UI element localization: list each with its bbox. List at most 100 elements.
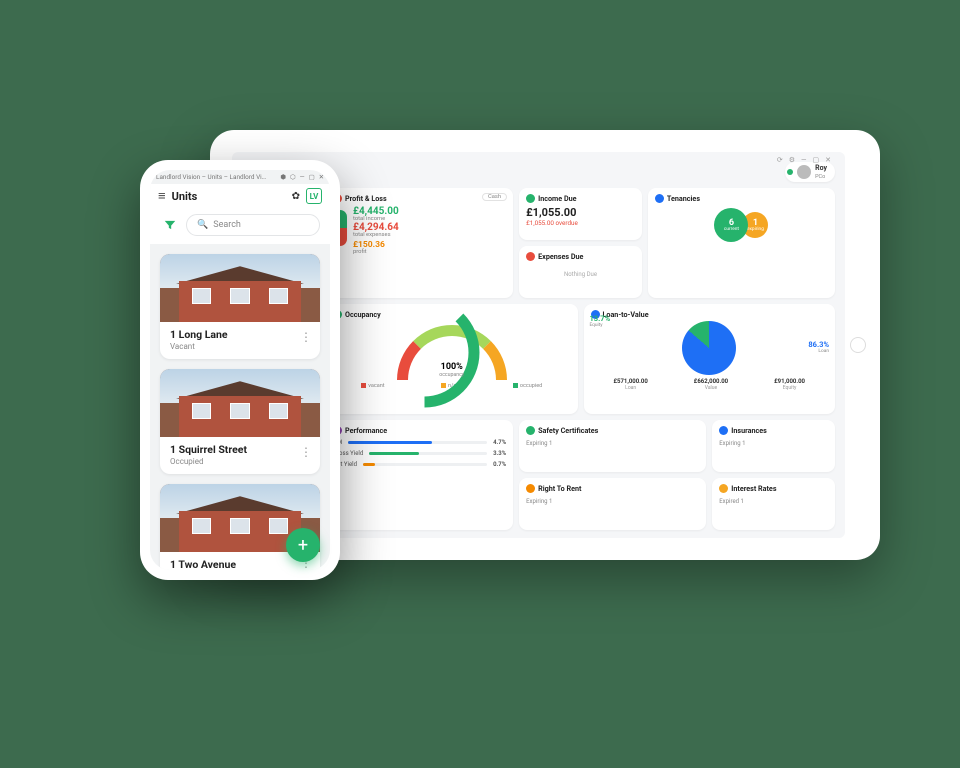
- expenses-sub: total expenses: [353, 232, 506, 238]
- ext-icon[interactable]: ⬡: [290, 173, 296, 181]
- unit-image: [160, 254, 320, 322]
- maximize-icon[interactable]: ▢: [309, 173, 315, 181]
- right-sub: Expiring 1: [526, 498, 699, 505]
- unit-list[interactable]: 1 Long Lane Vacant ⋮ 1 Squirrel Street O…: [150, 244, 330, 570]
- add-unit-fab[interactable]: +: [286, 528, 320, 562]
- perf-bar: [369, 452, 487, 455]
- current-bubble: 6current: [714, 208, 748, 242]
- card-title: Insurances: [731, 426, 767, 435]
- expiring-label: expiring: [747, 227, 764, 232]
- search-input[interactable]: 🔍 Search: [186, 214, 320, 236]
- phone-frame: Landlord Vision – Units – Landlord Vi… ⬢…: [140, 160, 340, 580]
- income-due-amount: £1,055.00: [526, 206, 635, 219]
- settings-icon[interactable]: ⚙: [789, 156, 795, 164]
- gear-icon[interactable]: ✿: [292, 191, 300, 202]
- perf-value: 4.7%: [493, 439, 506, 446]
- value-amt: £662,000.00: [694, 378, 728, 385]
- tenancies-card[interactable]: Tenancies 6current 1expiring: [648, 188, 835, 298]
- interest-rates-card[interactable]: Interest Rates Expired 1: [712, 478, 835, 530]
- unit-name: 1 Squirrel Street: [170, 443, 310, 456]
- loan-to-value-card[interactable]: Loan-to-Value 13.7%Equity 86.3%Loan £571…: [584, 304, 836, 414]
- legend-vacant: vacant: [361, 383, 384, 389]
- unit-card[interactable]: 1 Long Lane Vacant ⋮: [160, 254, 320, 359]
- units-screen: Landlord Vision – Units – Landlord Vi… ⬢…: [150, 170, 330, 570]
- lv-logo[interactable]: LV: [306, 188, 322, 204]
- loan-label: Loan: [808, 349, 829, 354]
- unit-name: 1 Long Lane: [170, 328, 310, 341]
- equity-amt-l: Equity: [774, 385, 805, 391]
- card-title: Profit & Loss: [345, 194, 387, 203]
- unit-status: Vacant: [170, 342, 310, 351]
- insurances-sub: Expiring 1: [719, 440, 828, 447]
- loop-icon[interactable]: ⟳: [777, 156, 783, 164]
- dot-icon: [719, 426, 728, 435]
- more-icon[interactable]: ⋮: [300, 330, 312, 344]
- income-due-card[interactable]: Income Due £1,055.00 £1,055.00 overdue: [519, 188, 642, 240]
- dot-icon: [526, 426, 535, 435]
- expenses-due-card[interactable]: Expenses Due Nothing Due: [519, 246, 642, 298]
- card-title: Income Due: [538, 194, 576, 203]
- status-dot-icon: [787, 169, 793, 175]
- unit-card[interactable]: 1 Squirrel Street Occupied ⋮: [160, 369, 320, 474]
- equity-pct: 13.7%: [590, 314, 611, 323]
- maximize-icon[interactable]: ▢: [813, 156, 820, 164]
- dot-icon: [719, 484, 728, 493]
- user-name: Roy: [815, 164, 827, 172]
- performance-card[interactable]: Performance ROI 4.7%Gross Yield 3.3%Net …: [326, 420, 513, 530]
- occupancy-sub: occupancy: [397, 372, 507, 378]
- card-title: Occupancy: [345, 310, 381, 319]
- safety-sub: Expiring 1: [526, 440, 699, 447]
- user-sub: PCo: [815, 174, 825, 180]
- card-title: Safety Certificates: [538, 426, 598, 435]
- loan-amt: £571,000.00: [613, 378, 647, 385]
- safety-certs-card[interactable]: Safety Certificates Expiring 1: [519, 420, 706, 472]
- occupancy-gauge: 100%occupancy: [397, 325, 507, 380]
- menu-icon[interactable]: ≡: [158, 188, 166, 204]
- avatar: [797, 165, 811, 179]
- profit-loss-card[interactable]: Profit & Loss Cash £4,445.00 total incom…: [326, 188, 513, 298]
- perf-bar: [348, 441, 487, 444]
- search-icon: 🔍: [197, 220, 208, 230]
- insurances-card[interactable]: Insurances Expiring 1: [712, 420, 835, 472]
- perf-row: Net Yield 0.7%: [333, 461, 506, 468]
- dot-icon: [526, 194, 535, 203]
- card-title: Tenancies: [667, 194, 700, 203]
- search-placeholder: Search: [213, 220, 241, 230]
- equity-label: Equity: [590, 323, 611, 328]
- value-amt-l: Value: [694, 385, 728, 391]
- perf-value: 0.7%: [493, 461, 506, 468]
- occupancy-card[interactable]: Occupancy 100%occupancy vacant n/a occup…: [326, 304, 578, 414]
- dot-icon: [655, 194, 664, 203]
- card-title: Expenses Due: [538, 252, 583, 261]
- occupancy-percent: 100%: [441, 362, 463, 372]
- perf-bar: [363, 463, 487, 466]
- minimize-icon[interactable]: —: [300, 173, 305, 181]
- nothing-due: Nothing Due: [526, 271, 635, 278]
- loan-pct: 86.3%: [808, 340, 829, 349]
- income-due-overdue: £1,055.00 overdue: [526, 219, 635, 227]
- minimize-icon[interactable]: —: [801, 156, 806, 164]
- more-icon[interactable]: ⋮: [300, 445, 312, 459]
- ltv-pie-icon: [682, 321, 736, 375]
- user-chip[interactable]: Roy PCo: [785, 162, 835, 182]
- card-title: Interest Rates: [731, 484, 776, 493]
- close-icon[interactable]: ✕: [825, 156, 831, 164]
- filter-icon[interactable]: [160, 215, 180, 235]
- browser-tab: Landlord Vision – Units – Landlord Vi… ⬢…: [150, 170, 330, 184]
- unit-status: Occupied: [170, 457, 310, 466]
- close-icon[interactable]: ✕: [319, 173, 324, 181]
- perf-value: 3.3%: [493, 450, 506, 457]
- card-title: Performance: [345, 426, 387, 435]
- loan-amt-l: Loan: [613, 385, 647, 391]
- right-to-rent-card[interactable]: Right To Rent Expiring 1: [519, 478, 706, 530]
- interest-sub: Expired 1: [719, 498, 828, 505]
- ext-icon[interactable]: ⬢: [280, 173, 286, 181]
- unit-image: [160, 369, 320, 437]
- window-controls: ⟳ ⚙ — ▢ ✕: [777, 156, 831, 164]
- dot-icon: [526, 484, 535, 493]
- perf-row: ROI 4.7%: [333, 439, 506, 446]
- unit-name: 1 Two Avenue: [170, 558, 310, 570]
- app-bar: ≡ Units ✿ LV: [150, 184, 330, 210]
- card-title: Right To Rent: [538, 484, 581, 493]
- cash-selector[interactable]: Cash: [482, 193, 507, 201]
